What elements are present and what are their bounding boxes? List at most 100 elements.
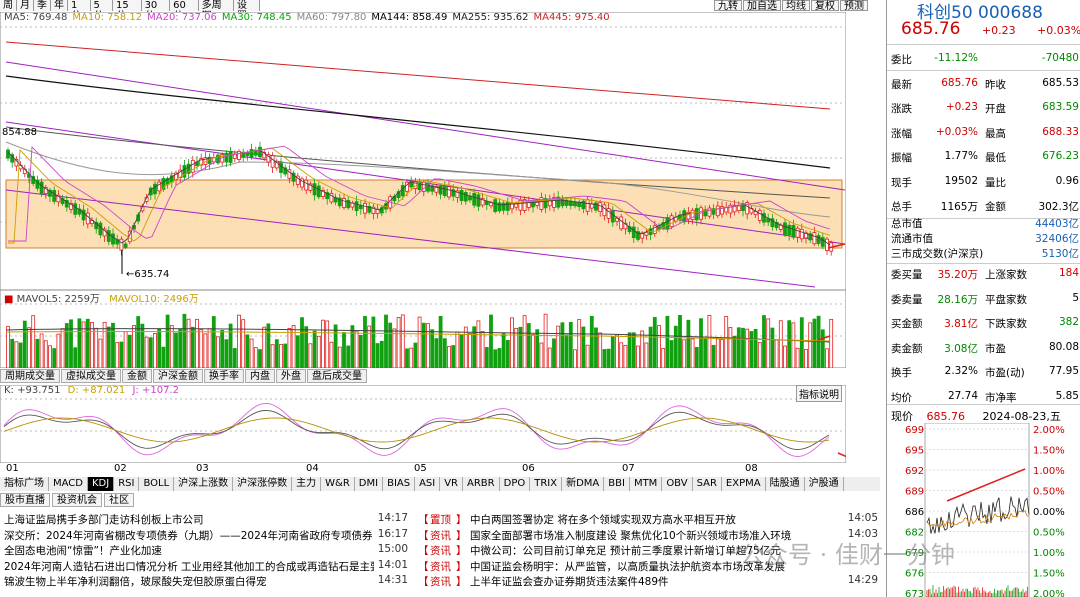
- indicator-tab[interactable]: MACD: [49, 477, 88, 491]
- indicator-tab[interactable]: KDJ: [87, 477, 115, 491]
- news-item[interactable]: 上海证监局携手多部门走访科创板上市公司 14:17: [0, 512, 410, 528]
- period-tab[interactable]: 周: [0, 0, 17, 11]
- indicator-tab[interactable]: EXPMA: [722, 477, 766, 491]
- quote-row: 委卖量 28.16万 平盘家数 5: [887, 286, 1080, 311]
- indicator-tab[interactable]: 新DMA: [562, 477, 605, 491]
- candle-body: [535, 201, 540, 206]
- candle-body: [501, 202, 506, 211]
- toolbar-button[interactable]: 复权: [811, 0, 839, 12]
- period-tab[interactable]: 多周期: [198, 0, 235, 22]
- volume-bar: [48, 345, 52, 368]
- indicator-tab[interactable]: DMI: [355, 477, 384, 491]
- period-tab[interactable]: 30分: [141, 0, 171, 22]
- toolbar-button[interactable]: 加自选: [743, 0, 781, 12]
- indicator-tab[interactable]: 沪深涨停数: [233, 477, 293, 491]
- indicator-tab[interactable]: RSI: [114, 477, 140, 491]
- mini-left-axis-label: 699: [905, 425, 924, 436]
- now-price-line: 现价 685.76 2024-08-23,五: [891, 408, 1061, 424]
- volume-bar: [384, 314, 388, 368]
- volume-bar: [564, 334, 569, 368]
- volume-indicator-tab[interactable]: 内盘: [245, 369, 275, 383]
- news-bracket: 】: [456, 576, 467, 588]
- news-item[interactable]: 深交所：2024年河南省棚改专项债券（九期）——2024年河南省政府专项债券（ 1…: [0, 528, 410, 544]
- volume-indicator-tab[interactable]: 外盘: [276, 369, 306, 383]
- volume-bar: [367, 325, 372, 368]
- indicator-tab[interactable]: ARBR: [463, 477, 500, 491]
- indicator-tab[interactable]: 沪股通: [805, 477, 844, 491]
- quote-label: 市盈(动): [985, 367, 1025, 379]
- volume-bar: [627, 332, 632, 368]
- quote-label: 上涨家数: [985, 269, 1027, 281]
- indicator-tab[interactable]: 主力: [292, 477, 322, 491]
- watermark: 公众号 · 佳财一分钟: [740, 541, 955, 569]
- volume-bar: [480, 331, 485, 368]
- volume-bar: [732, 335, 737, 368]
- kdj-frame: [0, 385, 846, 463]
- indicator-tab[interactable]: 陆股通: [766, 477, 805, 491]
- news-title: 2024年河南人造钻石进出口情况分析 工业用经其他加工的合成或再造钻石是主要..…: [4, 560, 374, 573]
- indicator-help-button[interactable]: 指标说明: [796, 385, 842, 402]
- news-item[interactable]: 【资讯】上半年证监会查办证券期货违法案件489件 14:29: [418, 574, 880, 590]
- indicator-tab[interactable]: VR: [440, 477, 464, 491]
- volume-indicator-tab[interactable]: 沪深金额: [153, 369, 203, 383]
- period-tab[interactable]: 设置: [234, 0, 260, 22]
- news-tab[interactable]: 社区: [104, 493, 134, 507]
- indicator-tab[interactable]: SAR: [693, 477, 722, 491]
- volume-bar: [682, 339, 687, 368]
- indicator-tab[interactable]: OBV: [662, 477, 693, 491]
- period-tab[interactable]: 年: [51, 0, 68, 11]
- candle-body: [73, 203, 78, 215]
- news-item[interactable]: 全固态电池闹“惊雷”！产业化加速 15:00: [0, 543, 410, 559]
- period-tab[interactable]: 60分: [170, 0, 199, 22]
- volume-bar: [400, 314, 405, 368]
- volume-bar: [699, 318, 703, 368]
- volume-indicator-tab[interactable]: 换手率: [204, 369, 244, 383]
- indicator-tab[interactable]: 指标广场: [0, 477, 49, 491]
- candlestick-chart[interactable]: 1026923.8820.5718.5854.88←635.74: [0, 12, 846, 290]
- indicator-tab[interactable]: 沪深上涨数: [174, 477, 234, 491]
- indicator-tab[interactable]: BBI: [604, 477, 630, 491]
- news-tab[interactable]: 投资机会: [52, 493, 102, 507]
- ma-legend-item: MA5: 769.48: [4, 12, 68, 23]
- indicator-tab[interactable]: TRIX: [530, 477, 563, 491]
- kdj-chart[interactable]: 116.449.72: [0, 385, 846, 463]
- volume-bar: [232, 348, 237, 368]
- toolbar-button[interactable]: 均线: [782, 0, 810, 12]
- indicator-tab[interactable]: MTM: [630, 477, 663, 491]
- volume-bar: [707, 314, 712, 368]
- period-tab[interactable]: 月: [17, 0, 34, 11]
- volume-bar: [753, 329, 758, 368]
- indicator-tab[interactable]: BOLL: [139, 477, 175, 491]
- volume-bar: [539, 342, 544, 368]
- indicator-tab[interactable]: BIAS: [383, 477, 416, 491]
- indicator-tab[interactable]: W&R: [321, 477, 355, 491]
- volume-bar: [165, 314, 170, 368]
- period-tab[interactable]: 5分: [90, 0, 114, 22]
- volume-bar: [724, 316, 729, 368]
- indicator-tab[interactable]: ASI: [415, 477, 441, 491]
- indicator-tab[interactable]: DPO: [500, 477, 531, 491]
- volume-bar: [757, 342, 762, 368]
- volume-indicator-tab[interactable]: 盘后成交量: [307, 369, 367, 383]
- period-tab[interactable]: 15分: [113, 0, 142, 22]
- volume-bar: [119, 341, 124, 368]
- volume-indicator-tab[interactable]: 周期成交量: [0, 369, 60, 383]
- news-item[interactable]: 【置顶】中白两国签署协定 将在多个领域实现双方高水平相互开放 14:05: [418, 512, 880, 528]
- news-item[interactable]: 2024年河南人造钻石进出口情况分析 工业用经其他加工的合成或再造钻石是主要..…: [0, 559, 410, 575]
- volume-indicator-tab[interactable]: 虚拟成交量: [61, 369, 121, 383]
- toolbar-button[interactable]: 九转: [714, 0, 742, 12]
- price-line: 685.76 +0.23 +0.03%: [901, 19, 1080, 39]
- volume-bar: [136, 316, 141, 368]
- news-tab[interactable]: 股市直播: [0, 493, 50, 507]
- period-tab[interactable]: 季: [34, 0, 51, 11]
- volume-bar: [476, 320, 481, 368]
- quote-label: 金额: [985, 201, 1006, 213]
- x-axis-label: 05: [414, 463, 427, 474]
- toolbar-button[interactable]: 预测: [840, 0, 868, 12]
- x-axis-label: 04: [306, 463, 319, 474]
- news-item[interactable]: 锦波生物上半年净利润翻倍，玻尿酸失宠但胶原蛋白得宠 14:31: [0, 574, 410, 590]
- intraday-chart[interactable]: 699 2.00% 695 1.50% 692 1.00% 689 0.50% 686 0.00%…: [887, 423, 1080, 597]
- volume-indicator-tab[interactable]: 金额: [122, 369, 152, 383]
- period-tab[interactable]: 1分: [68, 0, 91, 22]
- volume-bar: [148, 337, 153, 368]
